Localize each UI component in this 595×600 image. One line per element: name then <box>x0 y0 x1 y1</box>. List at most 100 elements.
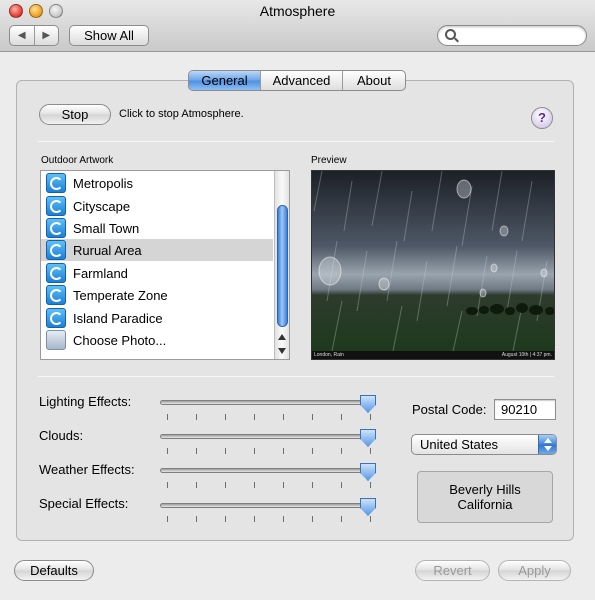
scroll-down-arrow-icon[interactable] <box>278 348 286 354</box>
list-item-cityscape[interactable]: Cityscape <box>41 195 273 217</box>
tab-bar: General Advanced About <box>188 70 406 91</box>
list-item-label: Rurual Area <box>73 242 142 258</box>
special-effects-slider[interactable] <box>160 498 376 516</box>
rain-scene-graphic <box>313 171 554 357</box>
atmosphere-icon <box>46 285 66 305</box>
tab-general[interactable]: General <box>189 71 261 90</box>
slider-tick <box>167 516 168 522</box>
slider-tick <box>254 414 255 420</box>
slider-tick <box>225 448 226 454</box>
back-arrow-icon[interactable]: ◀ <box>10 30 34 41</box>
slider-tick <box>167 448 168 454</box>
list-item-label: Farmland <box>73 265 128 281</box>
outdoor-artwork-heading: Outdoor Artwork <box>41 155 114 166</box>
slider-tick <box>312 448 313 454</box>
search-icon <box>445 29 456 40</box>
postal-code-label: Postal Code: <box>412 402 487 417</box>
apply-button[interactable]: Apply <box>498 560 571 581</box>
slider-tick <box>370 414 371 420</box>
scroll-up-arrow-icon[interactable] <box>278 334 286 340</box>
slider-tick <box>283 448 284 454</box>
stop-description: Click to stop Atmosphere. <box>119 108 244 120</box>
help-button[interactable]: ? <box>531 107 553 129</box>
atmosphere-icon <box>46 173 66 193</box>
lighting-effects-label: Lighting Effects: <box>39 394 132 409</box>
slider-ticks <box>160 482 375 488</box>
revert-button[interactable]: Revert <box>415 560 490 581</box>
list-item-label: Temperate Zone <box>73 287 168 303</box>
popup-arrows-icon <box>538 435 556 454</box>
slider-ticks <box>160 448 375 454</box>
atmosphere-icon <box>46 196 66 216</box>
list-scrollbar[interactable] <box>274 171 289 359</box>
stop-button[interactable]: Stop <box>39 104 111 125</box>
list-item-choose-photo[interactable]: Choose Photo... <box>41 329 273 351</box>
clouds-slider[interactable] <box>160 429 376 447</box>
location-display: Beverly Hills California <box>417 471 553 523</box>
defaults-button[interactable]: Defaults <box>14 560 94 581</box>
preview-caption-location: London, Rain <box>314 352 344 358</box>
slider-tick <box>283 414 284 420</box>
slider-tick <box>370 482 371 488</box>
atmosphere-icon <box>46 218 66 238</box>
slider-tick <box>254 448 255 454</box>
list-item-label: Metropolis <box>73 175 133 191</box>
slider-ticks <box>160 414 375 420</box>
list-item-island-paradice[interactable]: Island Paradice <box>41 307 273 329</box>
atmosphere-icon <box>46 263 66 283</box>
slider-tick <box>225 414 226 420</box>
slider-tick <box>341 516 342 522</box>
slider-tick <box>370 516 371 522</box>
list-item-metropolis[interactable]: Metropolis <box>41 172 273 194</box>
list-item-temperate-zone[interactable]: Temperate Zone <box>41 284 273 306</box>
slider-tick <box>283 482 284 488</box>
search-input[interactable] <box>460 28 580 43</box>
tab-advanced[interactable]: Advanced <box>261 71 343 90</box>
tab-about[interactable]: About <box>343 71 405 90</box>
atmosphere-icon <box>46 308 66 328</box>
slider-tick <box>225 516 226 522</box>
slider-tick <box>254 482 255 488</box>
slider-tick <box>196 448 197 454</box>
lighting-effects-slider[interactable] <box>160 395 376 413</box>
slider-ticks <box>160 516 375 522</box>
list-item-label: Cityscape <box>73 198 131 214</box>
slider-tick <box>341 448 342 454</box>
slider-tick <box>341 482 342 488</box>
title-bar: Atmosphere ◀ ▶ Show All <box>0 0 595 52</box>
slider-tick <box>167 482 168 488</box>
slider-tick <box>167 414 168 420</box>
folder-icon <box>46 330 66 350</box>
location-state: California <box>457 497 513 512</box>
weather-effects-slider[interactable] <box>160 463 376 481</box>
window-title: Atmosphere <box>259 3 336 19</box>
slider-tick <box>312 414 313 420</box>
scrollbar-thumb[interactable] <box>277 205 288 327</box>
postal-code-field[interactable]: 90210 <box>494 399 556 420</box>
back-forward-control[interactable]: ◀ ▶ <box>9 25 59 46</box>
slider-tick <box>196 516 197 522</box>
preview-heading: Preview <box>311 155 347 166</box>
country-popup[interactable]: United States <box>411 434 557 455</box>
divider <box>38 141 554 142</box>
slider-tick <box>341 414 342 420</box>
slider-tick <box>225 482 226 488</box>
preview-caption-date: August 10th | 4:37 pm. <box>501 352 552 358</box>
list-item-farmland[interactable]: Farmland <box>41 262 273 284</box>
weather-effects-label: Weather Effects: <box>39 462 135 477</box>
slider-tick <box>370 448 371 454</box>
list-item-label: Island Paradice <box>73 310 163 326</box>
list-item-label: Choose Photo... <box>73 332 167 348</box>
slider-tick <box>312 516 313 522</box>
search-field[interactable] <box>437 25 587 46</box>
slider-tick <box>312 482 313 488</box>
slider-tick <box>283 516 284 522</box>
location-city: Beverly Hills <box>449 482 521 497</box>
show-all-button[interactable]: Show All <box>69 25 149 46</box>
special-effects-label: Special Effects: <box>39 496 129 511</box>
preview-image: London, Rain August 10th | 4:37 pm. <box>311 170 555 360</box>
list-item-small-town[interactable]: Small Town <box>41 217 273 239</box>
forward-arrow-icon[interactable]: ▶ <box>35 30 59 41</box>
list-item-rurual-area[interactable]: Rurual Area <box>41 239 273 261</box>
artwork-list[interactable]: Metropolis Cityscape Small Town Rurual A… <box>40 170 290 360</box>
